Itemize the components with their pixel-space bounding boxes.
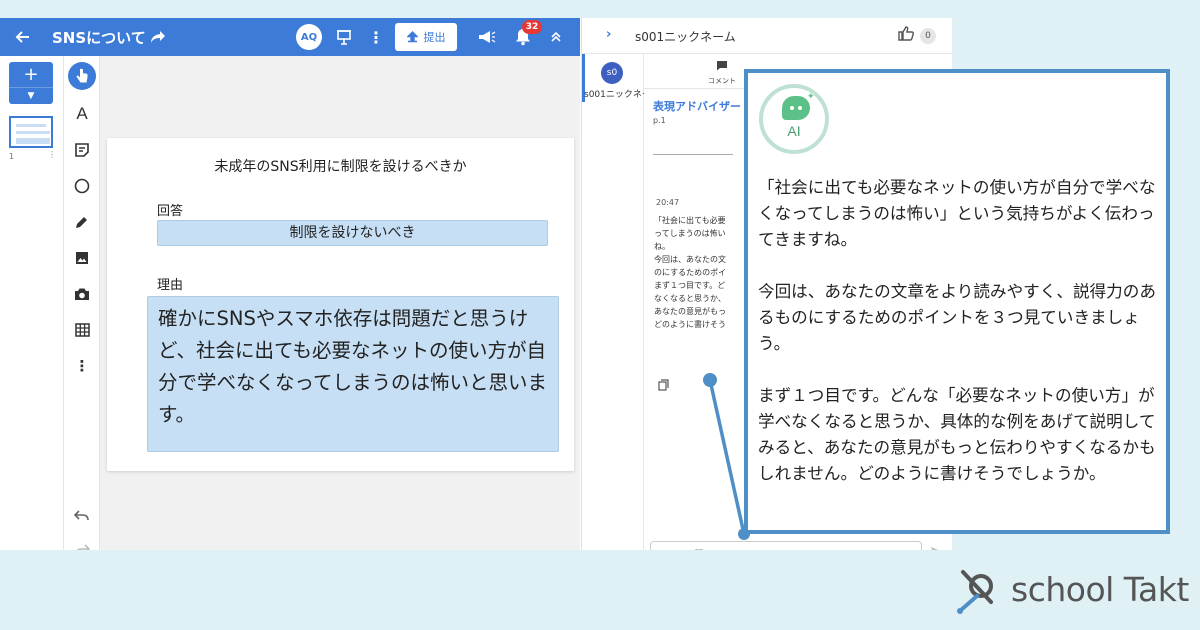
add-page-button[interactable]: + ▼	[9, 62, 53, 104]
ai-assistant-button[interactable]: AQ	[296, 24, 322, 50]
feedback-paragraph: まず１つ目です。どんな「必要なネットの使い方」が学べなくなると思うか、具体的な例…	[758, 386, 1156, 483]
comment-icon	[696, 60, 748, 74]
text-tool-icon[interactable]: A	[68, 100, 96, 128]
more-tools-icon[interactable]: ⋮	[68, 352, 96, 380]
circle-shape-icon[interactable]	[68, 172, 96, 200]
advisor-page: p.1	[653, 116, 666, 125]
presentation-icon[interactable]	[334, 27, 354, 47]
chevron-up-double-icon[interactable]	[546, 27, 566, 47]
like-count: 0	[920, 28, 936, 44]
panel-header: › s001ニックネーム 0	[582, 18, 952, 54]
school-takt-logo: school Takt	[955, 566, 1189, 616]
advisor-title: 表現アドバイザー	[653, 100, 741, 113]
top-toolbar: SNSについて AQ ⋮ 提出 32	[0, 18, 580, 56]
chat-input[interactable]: TUNEに聞いてみ	[650, 541, 922, 550]
submit-button[interactable]: 提出	[395, 23, 457, 51]
question-title: 未成年のSNS利用に制限を設けるべきか	[214, 159, 467, 175]
chevron-right-icon[interactable]: ›	[606, 27, 611, 42]
page-menu-icon[interactable]: ⋮	[48, 150, 56, 159]
logo-mark-icon	[957, 570, 993, 614]
send-icon[interactable]	[930, 546, 944, 550]
ai-label: AI	[787, 123, 801, 139]
tab-comment[interactable]: コメント	[696, 60, 748, 86]
ai-badge: ✦ AI	[759, 84, 829, 154]
more-vertical-icon[interactable]: ⋮	[366, 27, 386, 47]
table-grid-icon[interactable]	[68, 316, 96, 344]
tool-column: A ⋮	[64, 56, 100, 550]
divider	[653, 154, 733, 155]
share-arrow-icon[interactable]	[148, 27, 168, 47]
page-thumbnail[interactable]	[9, 116, 53, 148]
message-preview: 「社会に出ても必要 ってしまうのは怖い ね。 今回は、あなたの文 のにするための…	[654, 216, 727, 329]
chevron-down-icon[interactable]: ▼	[9, 87, 53, 104]
answer-label: 回答	[157, 204, 184, 219]
document-title[interactable]: SNSについて	[52, 18, 146, 56]
avatar[interactable]: s0	[601, 62, 623, 84]
redo-icon[interactable]	[68, 536, 96, 550]
thumbs-up-icon[interactable]	[898, 26, 914, 45]
reason-field[interactable]: 確かにSNSやスマホ依存は問題だと思うけど、社会に出ても必要なネットの使い方が自…	[147, 296, 559, 452]
upload-icon	[406, 31, 418, 43]
message-time: 20:47	[656, 198, 680, 207]
reason-label: 理由	[157, 278, 184, 293]
camera-icon[interactable]	[68, 280, 96, 308]
ai-feedback-text: 「社会に出ても必要なネットの使い方が自分で学べなくなってしまうのは怖い」という気…	[758, 175, 1158, 513]
megaphone-icon[interactable]	[476, 27, 498, 47]
panel-title: s001ニックネーム	[635, 30, 736, 44]
feedback-paragraph: 「社会に出ても必要なネットの使い方が自分で学べなくなってしまうのは怖い」という気…	[758, 178, 1156, 249]
copy-icon[interactable]	[658, 379, 669, 394]
ai-feedback-callout: ✦ AI 「社会に出ても必要なネットの使い方が自分で学べなくなってしまうのは怖い…	[744, 69, 1170, 534]
undo-icon[interactable]	[68, 502, 96, 530]
ai-chat-bubble-icon	[782, 96, 810, 120]
worksheet-card: 未成年のSNS利用に制限を設けるべきか 回答 制限を設けないべき 理由 確かにS…	[107, 138, 574, 471]
image-icon[interactable]	[68, 244, 96, 272]
plus-icon: +	[23, 64, 39, 85]
back-arrow-icon[interactable]	[12, 27, 32, 47]
page-thumbnail-column: + ▼ 1 ⋮ 100 %	[0, 56, 64, 550]
pen-icon[interactable]	[68, 208, 96, 236]
sticky-note-icon[interactable]	[68, 136, 96, 164]
feedback-paragraph: 今回は、あなたの文章をより読みやすく、説得力のあるものにするためのポイントを３つ…	[758, 282, 1156, 353]
notification-badge: 32	[522, 20, 542, 34]
sparkle-icon: ✦	[807, 92, 815, 102]
tab-comment-label: コメント	[708, 77, 736, 85]
student-name[interactable]: s001ニックネーム	[584, 87, 644, 100]
submit-label: 提出	[423, 31, 446, 44]
student-list: s0 s001ニックネーム	[582, 54, 644, 550]
logo-text: school Takt	[1011, 570, 1189, 609]
answer-field[interactable]: 制限を設けないべき	[157, 220, 548, 246]
hand-pointer-icon[interactable]	[68, 62, 96, 90]
canvas-area[interactable]: 未成年のSNS利用に制限を設けるべきか 回答 制限を設けないべき 理由 確かにS…	[100, 56, 580, 550]
page-number: 1	[9, 152, 15, 161]
